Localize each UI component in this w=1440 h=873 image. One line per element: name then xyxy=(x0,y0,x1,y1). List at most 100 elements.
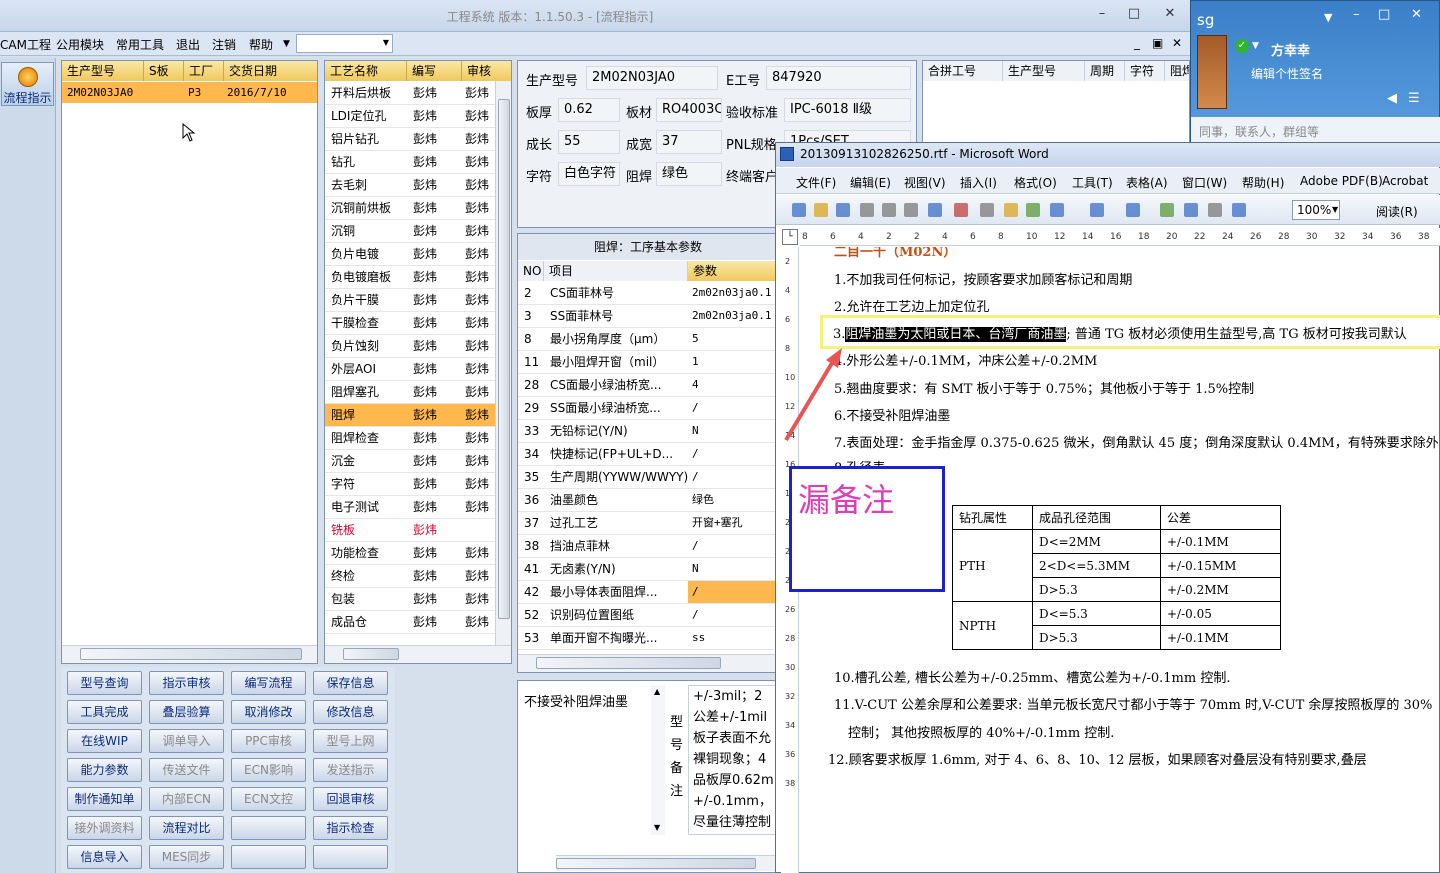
toolbar-icon[interactable] xyxy=(1004,203,1018,217)
table-row[interactable]: 功能检查 彭炜 彭炜 xyxy=(325,542,495,565)
word-menu-item[interactable]: Acrobat xyxy=(1382,174,1428,188)
table-row[interactable]: 沉铜 彭炜 彭炜 xyxy=(325,220,495,243)
menu-exit[interactable]: 退出 xyxy=(176,36,200,53)
chevron-down-icon[interactable]: ▼ xyxy=(1332,205,1338,214)
table-row[interactable]: 外层AOI 彭炜 彭炜 xyxy=(325,358,495,381)
action-button[interactable]: 指示检查 xyxy=(313,816,388,840)
scroll-thumb[interactable] xyxy=(498,99,510,619)
col-header[interactable]: 审核 xyxy=(462,61,511,81)
toolbar-combo[interactable]: ▼ xyxy=(296,34,393,53)
table-row[interactable]: 8 最小拐角厚度（μm） 5 xyxy=(518,328,776,351)
action-button[interactable]: PPC审核 xyxy=(231,729,306,753)
toolbar-icon[interactable] xyxy=(928,203,942,217)
table-row[interactable]: 开料后烘板 彭炜 彭炜 xyxy=(325,82,495,105)
action-button[interactable]: 调单导入 xyxy=(149,729,224,753)
word-menu-item[interactable]: 编辑(E) xyxy=(850,174,891,191)
action-button[interactable]: 保存信息 xyxy=(313,671,388,695)
col-header[interactable]: 项目 xyxy=(544,261,688,281)
table-row[interactable]: 3 SS面菲林号 2m02n03ja0.1 xyxy=(518,305,776,328)
model-field[interactable]: 2M02N03JA0 xyxy=(586,66,718,90)
maximize-icon[interactable]: □ xyxy=(1378,7,1390,22)
toolbar-icon[interactable] xyxy=(1126,203,1140,217)
word-menu-item[interactable]: 格式(O) xyxy=(1014,174,1057,191)
toolbar-icon[interactable] xyxy=(860,203,874,217)
table-row[interactable]: 28 CS面最小绿油桥宽... 4 xyxy=(518,374,776,397)
action-button[interactable]: ECN文控 xyxy=(231,787,306,811)
horizontal-scrollbar[interactable] xyxy=(325,645,511,663)
scroll-up-icon[interactable]: ▲ xyxy=(654,687,660,696)
chevron-down-icon[interactable]: ▼ xyxy=(383,38,389,47)
note-text[interactable]: 不接受补阻焊油墨 xyxy=(524,691,628,710)
eno-field[interactable]: 847920 xyxy=(766,66,911,90)
online-status-icon[interactable]: ✓ xyxy=(1235,39,1249,53)
toolbar-icon[interactable] xyxy=(1050,203,1064,217)
table-row[interactable]: 36 油墨颜色 绿色 xyxy=(518,489,776,512)
table-row[interactable]: 负片蚀刻 彭炜 彭炜 xyxy=(325,335,495,358)
avatar[interactable] xyxy=(1197,35,1227,109)
table-row[interactable]: 负电镀磨板 彭炜 彭炜 xyxy=(325,266,495,289)
toolbar-icon[interactable] xyxy=(1026,203,1040,217)
action-button[interactable]: 指示审核 xyxy=(149,671,224,695)
maximize-icon[interactable]: □ xyxy=(1124,6,1144,22)
note-detail[interactable]: +/-3mil；2 公差+/-1mil 板子表面不允 裸铜现象；4 品板厚0.6… xyxy=(688,685,776,835)
width-field[interactable]: 37 xyxy=(656,130,722,154)
chevron-down-icon[interactable]: ▼ xyxy=(1252,41,1259,51)
table-row[interactable]: 41 无卤素(Y/N) N xyxy=(518,558,776,581)
action-button[interactable] xyxy=(313,845,388,869)
scroll-thumb[interactable] xyxy=(343,648,399,660)
close-icon[interactable]: ✕ xyxy=(1411,7,1422,22)
minimize-icon[interactable]: – xyxy=(1353,7,1360,22)
col-header[interactable]: 周期 xyxy=(1085,61,1125,81)
action-button[interactable] xyxy=(231,816,306,840)
table-row[interactable]: 阻焊 彭炜 彭炜 xyxy=(325,404,495,427)
table-row[interactable]: 电子测试 彭炜 彭炜 xyxy=(325,496,495,519)
word-menu-item[interactable]: 工具(T) xyxy=(1072,174,1113,191)
read-mode-button[interactable]: 阅读(R) xyxy=(1376,203,1418,220)
toolbar-icon[interactable] xyxy=(1184,203,1198,217)
toolbar-icon[interactable] xyxy=(792,203,806,217)
horizontal-scrollbar[interactable] xyxy=(62,645,317,663)
word-menu-item[interactable]: 表格(A) xyxy=(1126,174,1168,191)
word-menu-item[interactable]: 视图(V) xyxy=(904,174,946,191)
action-button[interactable]: 编写流程 xyxy=(231,671,306,695)
tab-selector-icon[interactable]: └ xyxy=(782,229,798,245)
toolbar-icon[interactable] xyxy=(814,203,828,217)
toolbar-icon[interactable] xyxy=(836,203,850,217)
qq-search[interactable]: 同事，联系人，群组等 xyxy=(1191,117,1440,143)
mdi-minimize-icon[interactable]: _ xyxy=(1134,36,1140,50)
table-row[interactable]: 11 最小阻焊开窗（mil） 1 xyxy=(518,351,776,374)
action-button[interactable]: 回退审核 xyxy=(313,787,388,811)
col-header[interactable]: S板 xyxy=(144,61,184,81)
action-button[interactable]: MES同步 xyxy=(149,845,224,869)
material-field[interactable]: RO4003C xyxy=(656,98,722,122)
table-row[interactable]: LDI定位孔 彭炜 彭炜 xyxy=(325,105,495,128)
qq-signature[interactable]: 编辑个性签名 xyxy=(1251,65,1323,82)
table-row[interactable]: 沉金 彭炜 彭炜 xyxy=(325,450,495,473)
horizontal-ruler[interactable]: 8642246810121416182022242628303234363840… xyxy=(800,228,1440,246)
table-row[interactable]: 53 单面开窗不掏曝光... ss xyxy=(518,627,776,650)
action-button[interactable]: 内部ECN xyxy=(149,787,224,811)
toolbar-icon[interactable] xyxy=(1232,203,1246,217)
toolbar-icon[interactable] xyxy=(980,203,994,217)
mdi-restore-icon[interactable]: ▣ xyxy=(1152,36,1163,50)
mask-field[interactable]: 绿色 xyxy=(656,162,722,186)
selected-text[interactable]: 阻焊油墨为太阳或日本、台湾厂商油墨 xyxy=(845,327,1067,342)
table-row[interactable]: 37 过孔工艺 开窗+塞孔 xyxy=(518,512,776,535)
action-button[interactable]: 接外调资料 xyxy=(67,816,142,840)
col-header[interactable]: 合拼工号 xyxy=(923,61,1003,81)
action-button[interactable]: 修改信息 xyxy=(313,700,388,724)
menu-tools[interactable]: 常用工具 xyxy=(116,36,164,53)
col-header[interactable]: 字符 xyxy=(1125,61,1165,81)
mdi-close-icon[interactable]: ✕ xyxy=(1172,36,1182,50)
action-button[interactable]: 流程对比 xyxy=(149,816,224,840)
table-row[interactable]: 铣板 彭炜 xyxy=(325,519,495,542)
action-button[interactable]: 型号查询 xyxy=(67,671,142,695)
toolbar-icon[interactable] xyxy=(1090,203,1104,217)
standard-field[interactable]: IPC-6018 Ⅱ级 xyxy=(784,98,911,122)
table-row[interactable]: 去毛刺 彭炜 彭炜 xyxy=(325,174,495,197)
speaker-icon[interactable]: ◀ xyxy=(1387,91,1397,106)
table-row[interactable]: 42 最小导体表面阻焊... / xyxy=(518,581,776,604)
table-row[interactable]: 2M02N03JA0 P3 2016/7/10 xyxy=(62,82,317,103)
table-row[interactable]: 铝片钻孔 彭炜 彭炜 xyxy=(325,128,495,151)
thickness-field[interactable]: 0.62 xyxy=(558,98,620,122)
